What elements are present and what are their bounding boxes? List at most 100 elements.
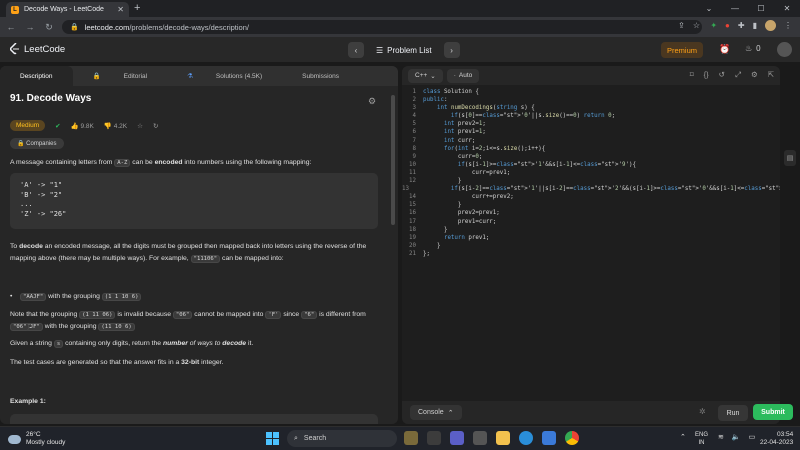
code-area[interactable]: 1 class Solution {2 public: 3 int numDecodi…: [402, 88, 780, 258]
share-icon[interactable]: ⇪: [678, 21, 685, 30]
bookmark-icon[interactable]: ⌑: [690, 70, 694, 80]
thumbs-up-icon: 👍: [70, 122, 79, 130]
line-number: 14: [409, 194, 416, 201]
expand-icon[interactable]: ⇱: [768, 70, 774, 80]
example-heading: Example 1:: [10, 398, 46, 405]
run-button[interactable]: Run: [718, 405, 748, 421]
minimize-icon[interactable]: —: [722, 0, 748, 17]
battery-icon[interactable]: ▭: [749, 433, 756, 441]
line-number: 19: [409, 234, 416, 241]
chevron-up-icon[interactable]: ⌃: [680, 433, 686, 441]
code-text: }: [423, 242, 441, 249]
next-problem-button[interactable]: ›: [443, 42, 460, 58]
description-scrollbar[interactable]: [391, 95, 395, 225]
line-number: 11: [409, 169, 416, 176]
language-select[interactable]: C++ ⌄: [408, 68, 443, 83]
forward-icon[interactable]: →: [22, 22, 38, 32]
reset-icon[interactable]: ↺: [719, 70, 725, 80]
lock-icon[interactable]: 🔒: [70, 23, 79, 31]
app-icon-chrome[interactable]: [565, 431, 579, 445]
code-line: 18 }: [402, 226, 780, 234]
line-number: 10: [409, 161, 416, 168]
settings-gear-icon[interactable]: ⚙: [751, 70, 758, 80]
browser-tab[interactable]: L Decode Ways - LeetCode ✕: [6, 2, 129, 17]
taskbar-search[interactable]: ⌕ Search: [287, 430, 397, 447]
leetcode-logo[interactable]: LeetCode: [10, 43, 65, 55]
app-icon-explorer[interactable]: [496, 431, 510, 445]
volume-icon[interactable]: 🔈: [732, 433, 741, 441]
chevron-down-icon[interactable]: ⌄: [696, 0, 722, 17]
app-icon-mail[interactable]: [542, 431, 556, 445]
weather-widget[interactable]: 26°C Mostly cloudy: [8, 431, 65, 447]
extension-red-icon[interactable]: ●: [725, 21, 730, 30]
line-number: 3: [412, 105, 417, 112]
code-line: 9 curr=0;: [402, 153, 780, 161]
prev-problem-button[interactable]: ‹: [348, 42, 364, 58]
coin-counter[interactable]: ♨ 0: [745, 44, 761, 53]
extensions-puzzle-icon[interactable]: ✚: [738, 21, 745, 30]
problem-list-button[interactable]: ☰ Problem List: [376, 46, 432, 55]
editor-toolbar: C++ ⌄ · Auto ⌑ {} ↺ ⤢ ⚙ ⇱: [402, 66, 780, 85]
clock[interactable]: 03:54 22-04-2023: [760, 431, 793, 447]
console-button[interactable]: Console ⌃: [410, 405, 462, 420]
tab-solutions[interactable]: ⚗ Solutions (4.5K): [167, 66, 282, 86]
url-field[interactable]: 🔒 leetcode.com/problems/decode-ways/desc…: [62, 20, 702, 34]
coin-count: 0: [756, 44, 761, 53]
premium-button[interactable]: Premium: [661, 42, 703, 58]
tab-submissions[interactable]: Submissions: [282, 66, 359, 86]
back-icon[interactable]: ←: [3, 22, 19, 32]
problem-title: 91. Decode Ways: [10, 93, 92, 104]
alarm-clock-icon[interactable]: ⏰: [719, 44, 730, 55]
notes-side-icon[interactable]: ▤: [784, 150, 796, 166]
close-tab-icon[interactable]: ✕: [117, 5, 124, 14]
browser-menu-icon[interactable]: ⋮: [784, 21, 792, 30]
code-line: 12 }: [402, 177, 780, 185]
windows-taskbar: 26°C Mostly cloudy ⌕ Search ⌃ ENG IN ≋ 🔈 ▭…: [0, 426, 800, 450]
sidebar-icon[interactable]: ▮: [753, 21, 757, 30]
language-indicator[interactable]: ENG IN: [695, 431, 708, 447]
description-paragraph-2: To decode an encoded message, all the di…: [10, 243, 367, 263]
code-text: }: [423, 178, 462, 185]
maximize-icon[interactable]: ☐: [748, 0, 774, 17]
code-text: if(s[i-1]>=class="st">'1'&&s[i-1]<=class…: [457, 161, 637, 168]
companies-tag[interactable]: 🔒 Companies: [10, 138, 64, 149]
logo-text: LeetCode: [24, 43, 66, 55]
braces-icon[interactable]: {}: [704, 70, 709, 80]
code-text: int curr;: [443, 137, 476, 144]
app-icon-edge[interactable]: [519, 431, 533, 445]
tab-description[interactable]: Description: [0, 66, 73, 86]
bookmark-star-icon[interactable]: ☆: [693, 21, 700, 30]
code-line: 2 public:: [402, 96, 780, 104]
wifi-icon[interactable]: ≋: [718, 433, 724, 441]
code-text: for(int i=2;i<=s.size();i++){: [443, 145, 546, 152]
thumbs-down-icon: 👎: [103, 122, 112, 130]
profile-avatar[interactable]: [765, 20, 776, 31]
code-line: 13 if(s[i-2]==class="st">'1'||s[i-2]==cl…: [402, 185, 780, 193]
app-icon-taskview[interactable]: [427, 431, 441, 445]
app-icon-widgets[interactable]: [404, 431, 418, 445]
fullscreen-icon[interactable]: ⤢: [735, 70, 741, 80]
reload-icon[interactable]: ↻: [41, 22, 57, 33]
tab-editorial[interactable]: 🔒 Editorial: [73, 66, 168, 86]
close-window-icon[interactable]: ✕: [774, 0, 800, 17]
description-paragraph-3: Note that the grouping (1 11 06) is inva…: [10, 311, 366, 331]
submit-button[interactable]: Submit: [753, 404, 793, 420]
user-avatar[interactable]: [777, 42, 792, 57]
list-icon: ☰: [376, 45, 384, 55]
dislike-button[interactable]: 👎 4.2K: [104, 122, 127, 130]
discuss-icon[interactable]: ⚙: [368, 96, 376, 107]
app-icon-store[interactable]: [473, 431, 487, 445]
refresh-icon[interactable]: ↻: [153, 122, 158, 130]
like-button[interactable]: 👍 9.8K: [71, 122, 94, 130]
autocomplete-toggle[interactable]: · Auto: [446, 68, 480, 83]
debug-bug-icon[interactable]: ✲: [699, 407, 706, 416]
extension-leaf-icon[interactable]: ✦: [710, 21, 717, 30]
windows-start-icon[interactable]: [266, 432, 279, 445]
new-tab-icon[interactable]: +: [134, 2, 140, 14]
favorite-star-icon[interactable]: ☆: [137, 122, 143, 130]
leetcode-header: LeetCode ‹ ☰ Problem List › Premium ⏰ ♨ 0: [0, 37, 800, 63]
code-text: curr=0;: [423, 153, 483, 160]
line-number: 17: [409, 218, 416, 225]
app-icon-teams[interactable]: [450, 431, 464, 445]
lock-icon: 🔒: [92, 73, 101, 80]
